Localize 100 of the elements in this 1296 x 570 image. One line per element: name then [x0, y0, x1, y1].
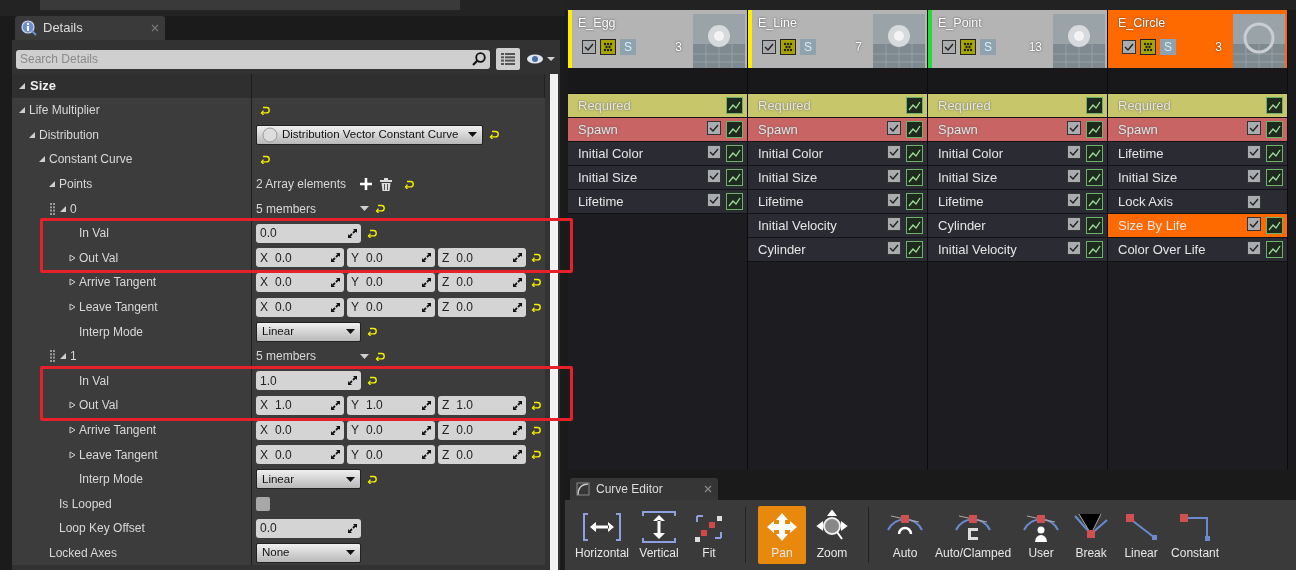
expand-arrow-icon[interactable]	[48, 180, 56, 189]
spin-icon[interactable]	[422, 277, 431, 287]
curve-icon[interactable]	[1266, 217, 1283, 234]
checked-checkbox[interactable]	[762, 39, 776, 54]
checked-checkbox[interactable]	[582, 39, 596, 54]
spin-icon[interactable]	[513, 450, 522, 460]
curve-icon[interactable]	[1266, 145, 1283, 162]
curve-icon[interactable]	[1086, 193, 1103, 210]
curve-editor-tab[interactable]: Curve Editor	[570, 478, 718, 500]
curve-icon[interactable]	[1086, 145, 1103, 162]
curve-icon[interactable]	[1086, 121, 1103, 138]
module-row[interactable]: Initial Color	[568, 142, 747, 166]
checked-checkbox[interactable]	[1067, 241, 1081, 255]
module-row[interactable]: Initial Size	[1108, 166, 1287, 190]
reset-icon[interactable]	[531, 253, 541, 263]
spin-icon[interactable]	[348, 376, 357, 386]
spin-icon[interactable]	[513, 302, 522, 312]
checked-checkbox[interactable]	[707, 121, 721, 135]
checked-checkbox[interactable]	[1247, 145, 1261, 159]
reset-icon[interactable]	[531, 302, 541, 312]
spin-icon[interactable]	[331, 450, 340, 460]
collapse-arrow-icon[interactable]	[68, 253, 76, 262]
collapse-arrow-icon[interactable]	[68, 303, 76, 312]
curve-icon[interactable]	[726, 193, 743, 210]
collapse-arrow-icon[interactable]	[68, 278, 76, 287]
curve-icon[interactable]	[1086, 241, 1103, 258]
spin-icon[interactable]	[331, 400, 340, 410]
curve-icon[interactable]	[906, 121, 923, 138]
number-field[interactable]: X 0.0	[256, 297, 344, 317]
reset-icon[interactable]	[489, 130, 499, 140]
drag-handle-icon[interactable]	[50, 350, 55, 363]
details-tab[interactable]: Details	[15, 16, 165, 40]
number-field[interactable]: Y 0.0	[347, 297, 435, 317]
spin-icon[interactable]	[422, 302, 431, 312]
expand-arrow-icon[interactable]	[59, 204, 67, 213]
dropdown[interactable]: Linear	[256, 469, 361, 490]
toolbar-button[interactable]: Vertical	[635, 506, 684, 564]
checked-checkbox[interactable]	[1247, 169, 1261, 183]
module-row[interactable]: Lifetime	[748, 190, 927, 214]
module-row[interactable]: Initial Size	[928, 166, 1107, 190]
view-options-button[interactable]	[496, 48, 520, 70]
eye-icon[interactable]	[526, 53, 556, 65]
checked-checkbox[interactable]	[1247, 194, 1261, 209]
checked-checkbox[interactable]	[1067, 217, 1081, 231]
number-field[interactable]: Y 0.0	[347, 445, 435, 465]
spin-icon[interactable]	[348, 523, 357, 533]
reset-icon[interactable]	[531, 277, 541, 287]
number-field[interactable]: X 0.0	[256, 248, 344, 268]
module-row[interactable]: Initial Color	[748, 142, 927, 166]
expand-arrow-icon[interactable]	[38, 155, 46, 164]
number-field[interactable]: 0.0	[256, 518, 361, 538]
checked-checkbox[interactable]	[707, 145, 721, 159]
dots-icon[interactable]	[1140, 38, 1156, 55]
checked-checkbox[interactable]	[1067, 121, 1081, 135]
checked-checkbox[interactable]	[707, 193, 721, 207]
close-icon[interactable]	[151, 24, 159, 32]
module-row[interactable]: Initial Color	[928, 142, 1107, 166]
checked-checkbox[interactable]	[887, 193, 901, 207]
curve-icon[interactable]	[1266, 121, 1283, 138]
checked-checkbox[interactable]	[1247, 241, 1261, 255]
number-field[interactable]: 0.0	[256, 223, 361, 243]
spin-icon[interactable]	[513, 253, 522, 263]
reset-icon[interactable]	[367, 228, 377, 238]
checked-checkbox[interactable]	[887, 217, 901, 231]
number-field[interactable]: Y 1.0	[347, 395, 435, 415]
module-row[interactable]: Initial Velocity	[928, 238, 1107, 262]
toolbar-button[interactable]: Constant	[1167, 506, 1224, 564]
reset-icon[interactable]	[531, 400, 541, 410]
checked-checkbox[interactable]	[887, 145, 901, 159]
checked-checkbox[interactable]	[887, 121, 901, 135]
reset-icon[interactable]	[531, 425, 541, 435]
checked-checkbox[interactable]	[1067, 145, 1081, 159]
reset-icon[interactable]	[367, 327, 377, 337]
curve-icon[interactable]	[726, 97, 743, 114]
number-field[interactable]: Z 1.0	[438, 395, 526, 415]
number-field[interactable]: Z 0.0	[438, 445, 526, 465]
spin-icon[interactable]	[331, 302, 340, 312]
toolbar-button[interactable]: Auto/Clamped	[931, 506, 1016, 564]
number-field[interactable]: Y 0.0	[347, 248, 435, 268]
trash-icon[interactable]	[380, 177, 393, 191]
curve-icon[interactable]	[906, 241, 923, 258]
dots-icon[interactable]	[600, 38, 616, 55]
curve-icon[interactable]	[1086, 97, 1103, 114]
spin-icon[interactable]	[513, 277, 522, 287]
curve-icon[interactable]	[1266, 169, 1283, 186]
reset-icon[interactable]	[375, 204, 385, 214]
reset-icon[interactable]	[367, 376, 377, 386]
reset-icon[interactable]	[260, 105, 270, 115]
plus-icon[interactable]	[360, 178, 373, 191]
spin-icon[interactable]	[348, 228, 357, 238]
module-row[interactable]: Cylinder	[748, 238, 927, 262]
dropdown[interactable]: None	[256, 543, 361, 563]
checked-checkbox[interactable]	[942, 39, 956, 54]
expand-arrow-icon[interactable]	[28, 130, 36, 139]
number-field[interactable]: Z 0.0	[438, 297, 526, 317]
module-row[interactable]: Lifetime	[568, 190, 747, 214]
module-row[interactable]: Cylinder	[928, 214, 1107, 238]
checked-checkbox[interactable]	[887, 169, 901, 183]
curve-icon[interactable]	[1266, 97, 1283, 114]
dots-icon[interactable]	[780, 38, 796, 55]
